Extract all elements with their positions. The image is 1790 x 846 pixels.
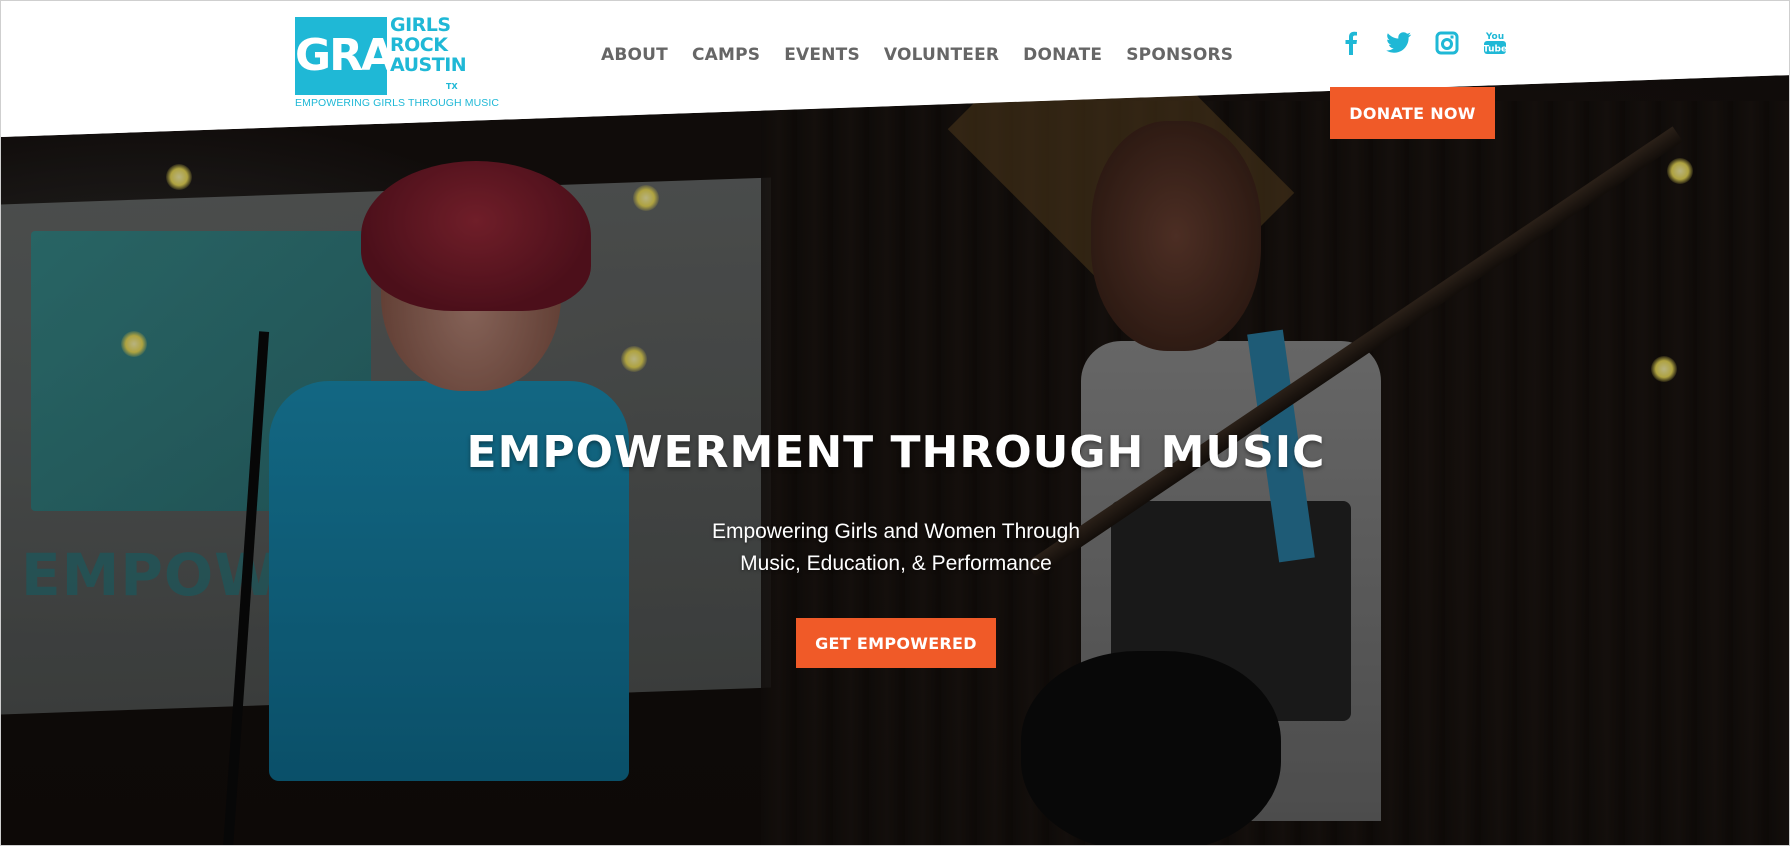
page-frame: EMPOWERING EMPOWERMENT THROUGH MUSIC Emp… [0, 0, 1790, 846]
youtube-label-tube: Tube [1483, 45, 1507, 55]
logo-word-girls: GIRLS [390, 14, 451, 36]
donate-now-button[interactable]: DONATE NOW [1330, 87, 1495, 139]
nav-donate[interactable]: DONATE [1023, 45, 1102, 65]
main-nav: ABOUT CAMPS EVENTS VOLUNTEER DONATE SPON… [601, 45, 1233, 65]
instagram-icon[interactable] [1433, 29, 1461, 57]
social-links: You Tube [1337, 29, 1509, 57]
hero-subtitle: Empowering Girls and Women Through Music… [1, 516, 1789, 580]
hero-section: EMPOWERING EMPOWERMENT THROUGH MUSIC Emp… [1, 75, 1789, 845]
logo-state: TX [446, 82, 458, 91]
nav-camps[interactable]: CAMPS [692, 45, 760, 65]
logo-words: GIRLS ROCK AUSTIN [390, 14, 467, 76]
get-empowered-button[interactable]: GET EMPOWERED [796, 618, 996, 668]
logo-word-austin: AUSTIN [390, 54, 467, 76]
facebook-icon[interactable] [1337, 29, 1365, 57]
hero-title: EMPOWERMENT THROUGH MUSIC [466, 427, 1326, 478]
youtube-label-you: You [1485, 32, 1504, 42]
nav-about[interactable]: ABOUT [601, 45, 668, 65]
hero-subtitle-line2: Music, Education, & Performance [740, 552, 1052, 575]
hero-subtitle-line1: Empowering Girls and Women Through [711, 520, 1081, 543]
twitter-icon[interactable] [1385, 29, 1413, 57]
logo-tagline: EMPOWERING GIRLS THROUGH MUSIC [295, 97, 500, 109]
site-logo[interactable]: GRA GIRLS ROCK AUSTIN TX EMPOWERING GIRL… [295, 14, 499, 113]
nav-volunteer[interactable]: VOLUNTEER [884, 45, 999, 65]
hero-overlay [1, 75, 1789, 845]
logo-word-rock: ROCK [390, 34, 448, 56]
logo-mark: GRA [295, 17, 395, 95]
nav-events[interactable]: EVENTS [784, 45, 860, 65]
youtube-icon[interactable]: You Tube [1481, 29, 1509, 57]
nav-sponsors[interactable]: SPONSORS [1126, 45, 1233, 65]
